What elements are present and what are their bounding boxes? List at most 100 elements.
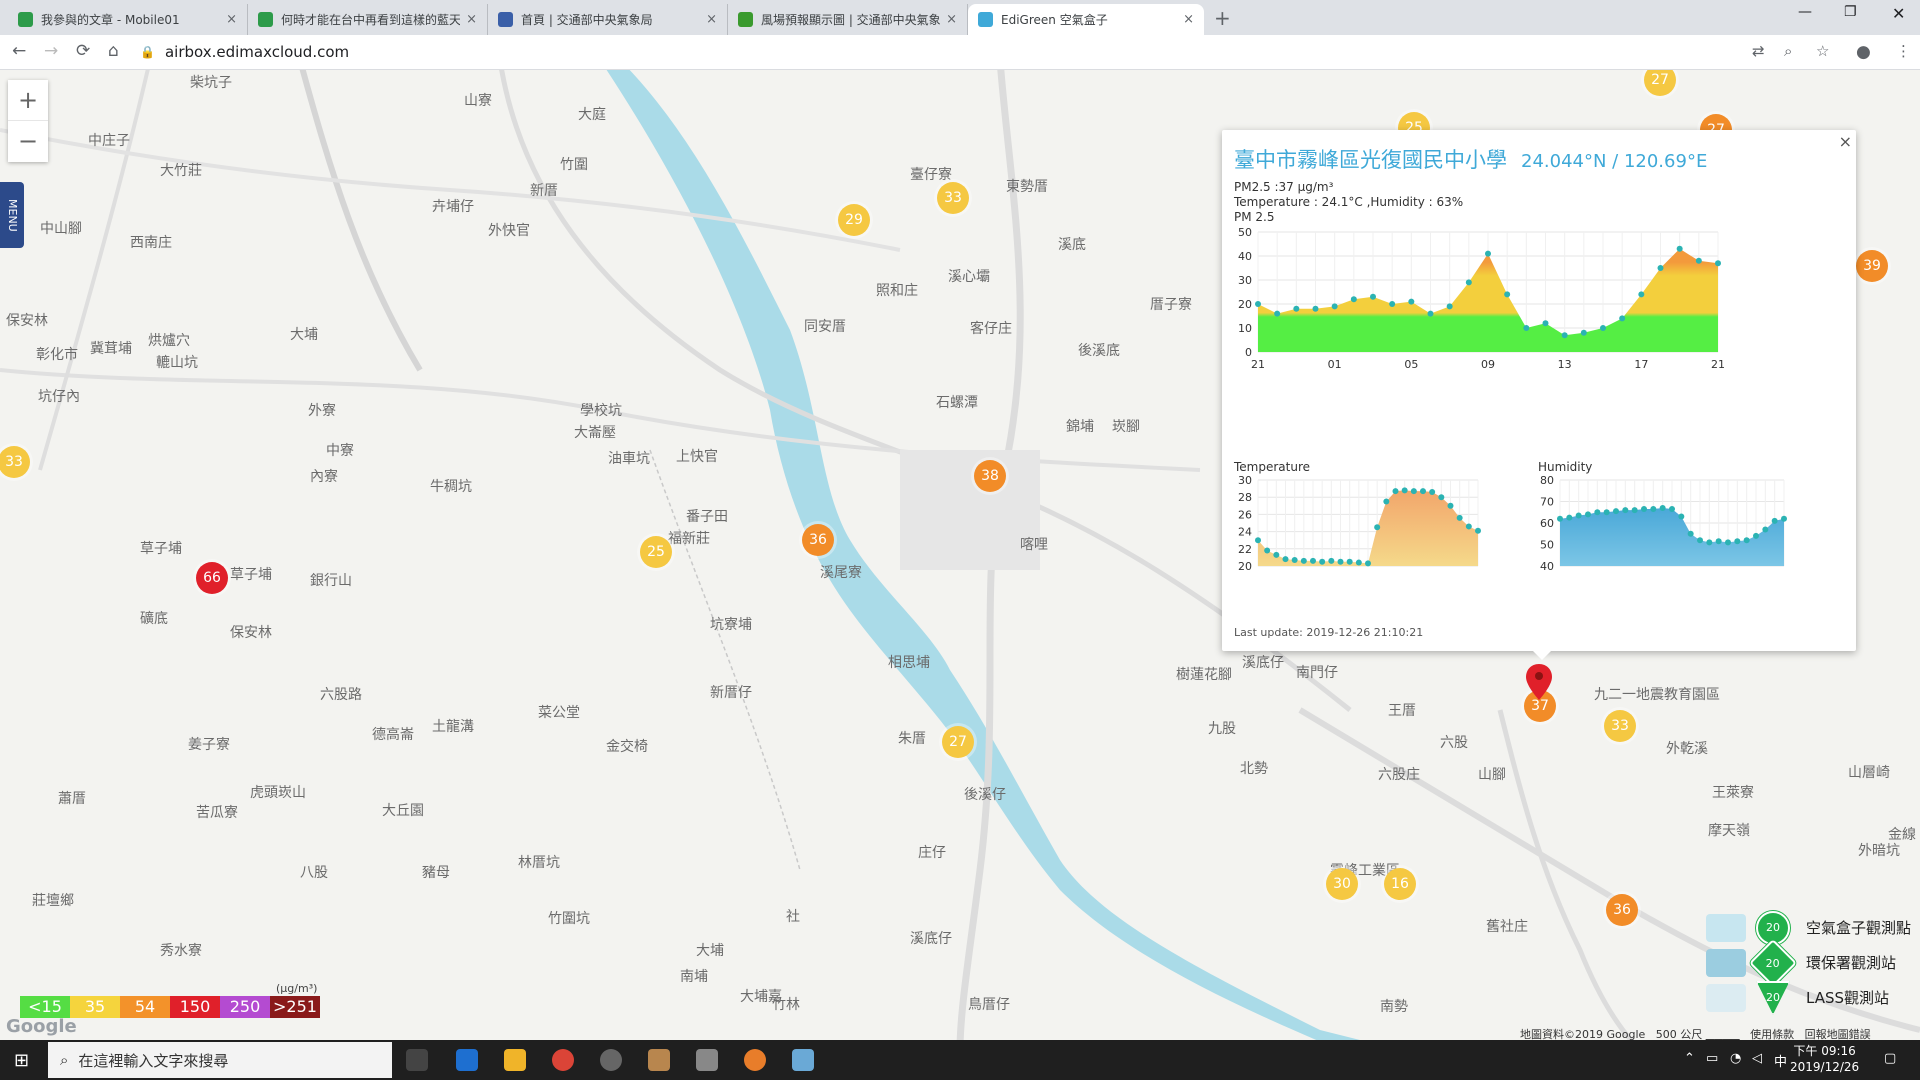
data-point — [1328, 557, 1335, 564]
forward-icon[interactable]: → — [44, 41, 58, 61]
x-tick-label: 21 — [1711, 358, 1725, 371]
ime-indicator[interactable]: 中 — [1774, 1051, 1787, 1070]
app-icon[interactable] — [600, 1049, 622, 1071]
volume-icon[interactable]: ◁ — [1752, 1051, 1762, 1066]
place-label: 溪尾寮 — [820, 565, 862, 581]
tab-cwb-wind[interactable]: 風場預報顯示圖 | 交通部中央氣象 × — [728, 4, 968, 35]
legend-epa[interactable]: 20 環保署觀測站 — [1706, 938, 1911, 987]
reload-icon[interactable]: ⟳ — [76, 41, 90, 61]
station-name: 臺中市霧峰區光復國民中小學 — [1234, 148, 1507, 172]
tab-cwb-home[interactable]: 首頁 | 交通部中央氣象局 × — [488, 4, 728, 35]
airbox-marker[interactable]: 30 — [1326, 868, 1358, 900]
data-point — [1355, 559, 1362, 566]
task-view-icon[interactable] — [406, 1049, 428, 1071]
battery-icon[interactable]: ▭ — [1706, 1051, 1718, 1066]
data-point — [1678, 513, 1685, 520]
restore-icon[interactable]: ❐ — [1844, 4, 1857, 20]
airbox-marker[interactable]: 27 — [942, 726, 974, 758]
airbox-marker[interactable]: 39 — [1856, 250, 1888, 282]
aqi-level-2: 35 — [70, 996, 120, 1018]
menu-toggle-button[interactable]: MENU — [0, 182, 24, 248]
app-icon[interactable] — [696, 1049, 718, 1071]
profile-icon[interactable]: ● — [1856, 42, 1871, 62]
windows-start-icon[interactable]: ⊞ — [14, 1050, 29, 1071]
airbox-marker[interactable]: 38 — [974, 460, 1006, 492]
tab-close-icon[interactable]: × — [706, 12, 717, 27]
legend-label: 環保署觀測站 — [1806, 954, 1897, 972]
airbox-icon — [1706, 913, 1746, 942]
place-label: 王萊寮 — [1712, 785, 1754, 801]
place-label: 六股 — [1440, 735, 1468, 751]
blender-icon[interactable] — [744, 1049, 766, 1071]
favicon-icon — [498, 12, 513, 27]
tab-close-icon[interactable]: × — [466, 12, 477, 27]
data-point — [1420, 488, 1426, 495]
place-label: 大埔 — [696, 943, 724, 959]
aqi-level-4: 150 — [170, 996, 220, 1018]
tab-mobile01-bluesky[interactable]: 何時才能在台中再看到這樣的藍天 × — [248, 4, 488, 35]
tab-edigreen[interactable]: EdiGreen 空氣盒子 × — [968, 4, 1204, 35]
airbox-marker[interactable]: 16 — [1384, 868, 1416, 900]
data-point — [1282, 556, 1289, 563]
aqi-unit: (μg/m³) — [276, 982, 318, 995]
zoom-in-button[interactable]: + — [8, 80, 48, 120]
search-icon: ⌕ — [60, 1051, 69, 1069]
back-icon[interactable]: ← — [12, 41, 26, 61]
wifi-icon[interactable]: ◔ — [1730, 1051, 1741, 1066]
address-bar[interactable]: 🔒 airbox.edimaxcloud.com — [140, 40, 1740, 64]
file-explorer-icon[interactable] — [504, 1049, 526, 1071]
minimize-icon[interactable]: — — [1798, 4, 1812, 20]
place-label: 舊社庄 — [1486, 919, 1528, 935]
popup-close-icon[interactable]: × — [1839, 132, 1852, 151]
place-label: 客仔庄 — [970, 321, 1012, 337]
chrome-menu-icon[interactable]: ⋮ — [1896, 42, 1911, 60]
airbox-marker[interactable]: 33 — [937, 182, 969, 214]
place-label: 照和庄 — [876, 283, 918, 299]
zoom-icon[interactable]: ⌕ — [1784, 42, 1792, 60]
edge-icon[interactable] — [456, 1049, 478, 1071]
home-icon[interactable]: ⌂ — [108, 41, 119, 61]
place-label: 新厝仔 — [710, 685, 752, 701]
tab-close-icon[interactable]: × — [1183, 12, 1194, 27]
place-label: 錦埔 — [1066, 419, 1094, 435]
place-label: 崁腳 — [1112, 419, 1140, 435]
aqi-level-5: 250 — [220, 996, 270, 1018]
zoom-out-button[interactable]: − — [8, 120, 48, 161]
place-label: 六股庄 — [1378, 767, 1420, 783]
selected-location-pin-icon[interactable] — [1526, 664, 1552, 700]
favicon-icon — [978, 12, 993, 27]
data-point — [1389, 301, 1396, 307]
new-tab-button[interactable]: + — [1214, 6, 1231, 30]
airbox-marker[interactable]: 36 — [1606, 894, 1638, 926]
app-icon[interactable] — [648, 1049, 670, 1071]
pm-reading: PM2.5 :37 μg/m³ — [1234, 180, 1334, 194]
airbox-marker[interactable]: 36 — [802, 524, 834, 556]
aqi-level-1: <15 — [20, 996, 70, 1018]
notification-icon[interactable]: ▢ — [1884, 1051, 1896, 1066]
airbox-marker[interactable]: 29 — [838, 204, 870, 236]
legend-airbox[interactable]: 20 空氣盒子觀測點 — [1706, 910, 1911, 945]
chrome-icon[interactable] — [552, 1049, 574, 1071]
legend-lass[interactable]: 20 LASS觀測站 — [1706, 980, 1911, 1015]
taskbar-clock[interactable]: 下午 09:16 2019/12/26 — [1790, 1043, 1859, 1075]
tray-chevron-icon[interactable]: ⌃ — [1684, 1051, 1695, 1066]
close-window-icon[interactable]: ✕ — [1892, 4, 1905, 23]
data-point — [1465, 279, 1472, 286]
place-label: 東勢厝 — [1006, 179, 1048, 195]
data-point — [1310, 557, 1316, 564]
airbox-marker[interactable]: 66 — [196, 562, 228, 594]
place-label: 鳥厝仔 — [968, 997, 1010, 1013]
data-point — [1274, 310, 1281, 317]
lass-badge: 20 — [1756, 980, 1790, 1015]
tab-close-icon[interactable]: × — [226, 12, 237, 27]
airbox-marker[interactable]: 33 — [1604, 710, 1636, 742]
airbox-marker[interactable]: 25 — [640, 536, 672, 568]
data-point — [1273, 551, 1280, 558]
app-icon[interactable] — [792, 1049, 814, 1071]
bookmark-star-icon[interactable]: ☆ — [1816, 42, 1829, 60]
zoom-control: + − — [8, 80, 48, 162]
taskbar-search[interactable]: ⌕ 在這裡輸入文字來搜尋 — [48, 1042, 392, 1078]
translate-icon[interactable]: ⇄ — [1752, 42, 1765, 60]
tab-close-icon[interactable]: × — [946, 12, 957, 27]
tab-mobile01[interactable]: 我參與的文章 - Mobile01 × — [8, 4, 248, 35]
